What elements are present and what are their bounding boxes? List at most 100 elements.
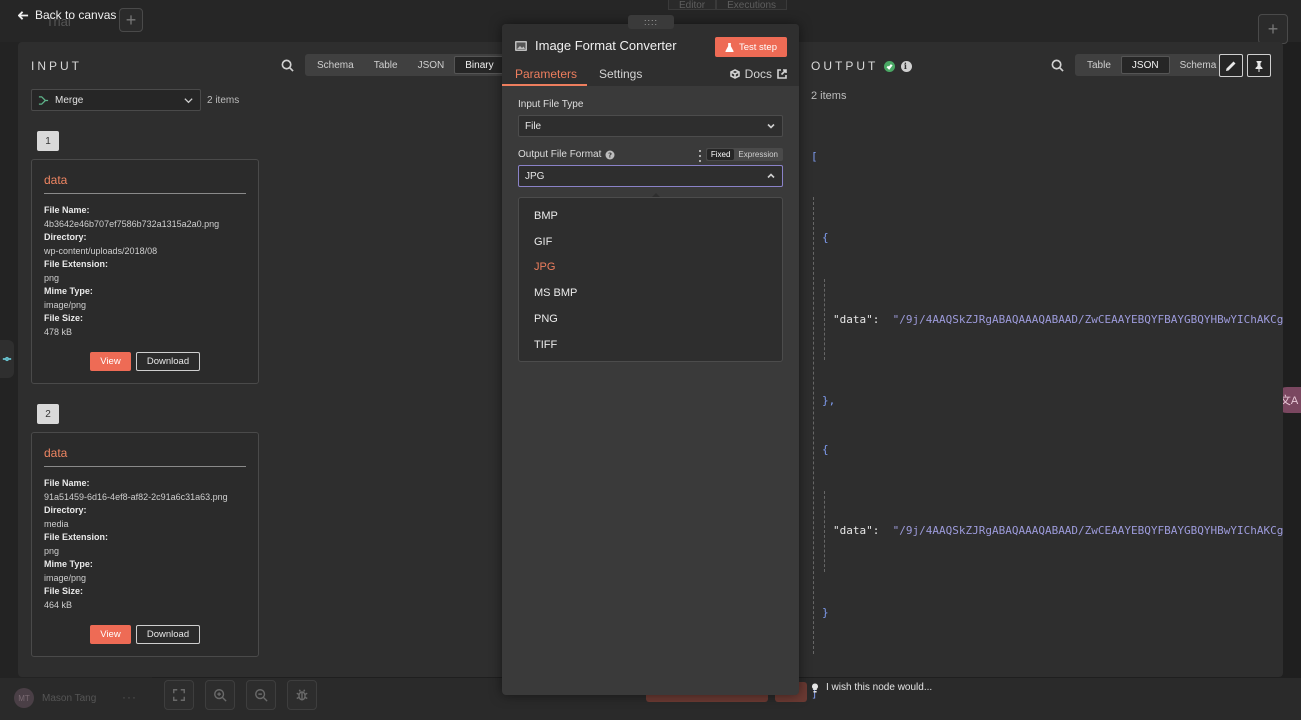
format-option-ms-bmp[interactable]: MS BMP [519,280,782,306]
bug-icon [296,689,308,701]
back-label: Back to canvas [35,8,117,22]
input-file-type-value: File [525,120,542,132]
file-extension-value: png [44,545,60,556]
chevron-down-icon [767,123,775,129]
directory-value: media [44,518,69,529]
item-index-badge: 1 [37,131,59,151]
json-output: [ { "data": "/9j/4AAQSkZJRgABAQAAAQABAAD… [811,116,1283,719]
binary-data-card: data File Name: 91a51459-6d16-4ef8-af82-… [31,432,259,657]
zoom-in-button[interactable] [205,680,235,710]
tab-executions[interactable]: Executions [716,0,788,11]
active-tab-indicator [502,84,587,86]
view-button[interactable]: View [90,352,131,371]
lightbulb-icon [812,683,818,692]
pin-icon [1255,60,1263,72]
input-node-name: Merge [55,94,84,106]
json-bracket: [ [811,149,818,163]
input-file-type-label: Input File Type [518,99,584,110]
input-connector-handle[interactable] [0,340,14,378]
field-label: File Extension: [44,259,109,269]
output-file-format-label: Output File Format ? [518,149,615,160]
output-view-tabs: Table JSON Schema [1075,54,1229,76]
format-dropdown: BMP GIF JPG MS BMP PNG TIFF [518,197,783,362]
download-button[interactable]: Download [136,625,200,644]
fit-view-button[interactable] [164,680,194,710]
json-key: "data" [833,524,873,538]
input-panel-title: INPUT [31,59,82,73]
chevron-up-icon [767,173,775,179]
format-option-bmp[interactable]: BMP [519,203,782,229]
search-icon [1051,59,1064,72]
output-items-count: 2 items [811,90,847,102]
json-string-value: "/9j/4AAQSkZJRgABAQAAAQABAAD/ZwCEAAYEBQY… [892,524,1283,538]
field-label: Mime Type: [44,286,93,296]
output-search-button[interactable] [1050,58,1064,72]
node-header: Image Format Converter Test step Paramet… [502,24,799,86]
input-tab-table[interactable]: Table [364,56,408,74]
output-tab-schema[interactable]: Schema [1170,56,1227,74]
image-icon [515,40,527,51]
input-tab-json[interactable]: JSON [408,56,455,74]
tab-settings[interactable]: Settings [599,67,642,81]
panel-drag-handle[interactable]: :::: [628,15,674,29]
mode-toggle: Fixed Expression [705,148,783,161]
output-tab-table[interactable]: Table [1077,56,1121,74]
tab-editor[interactable]: Editor [668,0,717,11]
file-name-value: 4b3642e46b707ef7586b732a1315a2a0.png [44,218,220,229]
format-option-gif[interactable]: GIF [519,229,782,255]
format-option-tiff[interactable]: TIFF [519,332,782,358]
user-menu[interactable]: MT Mason Tang [14,688,96,708]
mime-type-value: image/png [44,299,87,310]
add-node-button[interactable]: + [119,8,143,32]
view-button[interactable]: View [90,625,131,644]
node-title: Image Format Converter [514,38,677,53]
external-link-icon [777,69,787,79]
output-file-format-select[interactable]: JPG [518,165,783,187]
user-name: Mason Tang [42,692,97,704]
edit-output-button[interactable] [1219,54,1243,77]
zoom-out-icon [255,689,268,702]
input-tab-schema[interactable]: Schema [307,56,364,74]
zoom-out-button[interactable] [246,680,276,710]
field-label: Mime Type: [44,559,93,569]
docs-label: Docs [744,67,772,81]
mode-fixed[interactable]: Fixed [706,149,735,160]
fullscreen-icon [173,689,185,701]
output-file-format-value: JPG [525,170,545,182]
back-to-canvas-link[interactable]: Back to canvas [18,8,116,22]
field-options-icon[interactable] [697,150,703,162]
docs-link[interactable]: Docs [729,67,787,81]
canvas-top-tabs: Editor Executions [668,0,788,11]
input-items-count: 2 items [207,95,240,106]
user-more-icon[interactable]: ··· [122,690,137,704]
info-icon[interactable]: i [901,60,913,72]
debug-button[interactable] [287,680,317,710]
link-icon [2,356,12,362]
output-file-format-label-text: Output File Format [518,149,602,160]
input-node-selector[interactable]: Merge [31,89,201,111]
mime-type-value: image/png [44,572,87,583]
download-button[interactable]: Download [136,352,200,371]
item-index-badge: 2 [37,404,59,424]
mode-expression[interactable]: Expression [734,149,782,160]
format-option-jpg[interactable]: JPG [519,255,782,281]
input-tab-binary[interactable]: Binary [454,56,505,74]
output-tab-json[interactable]: JSON [1120,56,1170,74]
feedback-link[interactable]: I wish this node would... [810,682,932,693]
arrow-left-icon [18,10,29,20]
merge-icon [38,95,49,105]
add-node-canvas-button[interactable]: + [1258,14,1288,44]
tab-parameters[interactable]: Parameters [515,67,577,81]
test-step-button[interactable]: Test step [714,37,787,57]
input-file-type-select[interactable]: File [518,115,783,137]
field-label: File Name: [44,478,90,488]
field-label: File Name: [44,205,90,215]
chevron-down-icon [184,97,193,103]
pin-output-button[interactable] [1247,54,1271,77]
format-option-png[interactable]: PNG [519,306,782,332]
file-name-value: 91a51459-6d16-4ef8-af82-2c91a6c31a63.png [44,491,228,502]
input-view-tabs: Schema Table JSON Binary [305,54,507,76]
input-search-button[interactable] [280,58,294,72]
binary-property-name: data [44,173,246,194]
binary-property-name: data [44,446,246,467]
